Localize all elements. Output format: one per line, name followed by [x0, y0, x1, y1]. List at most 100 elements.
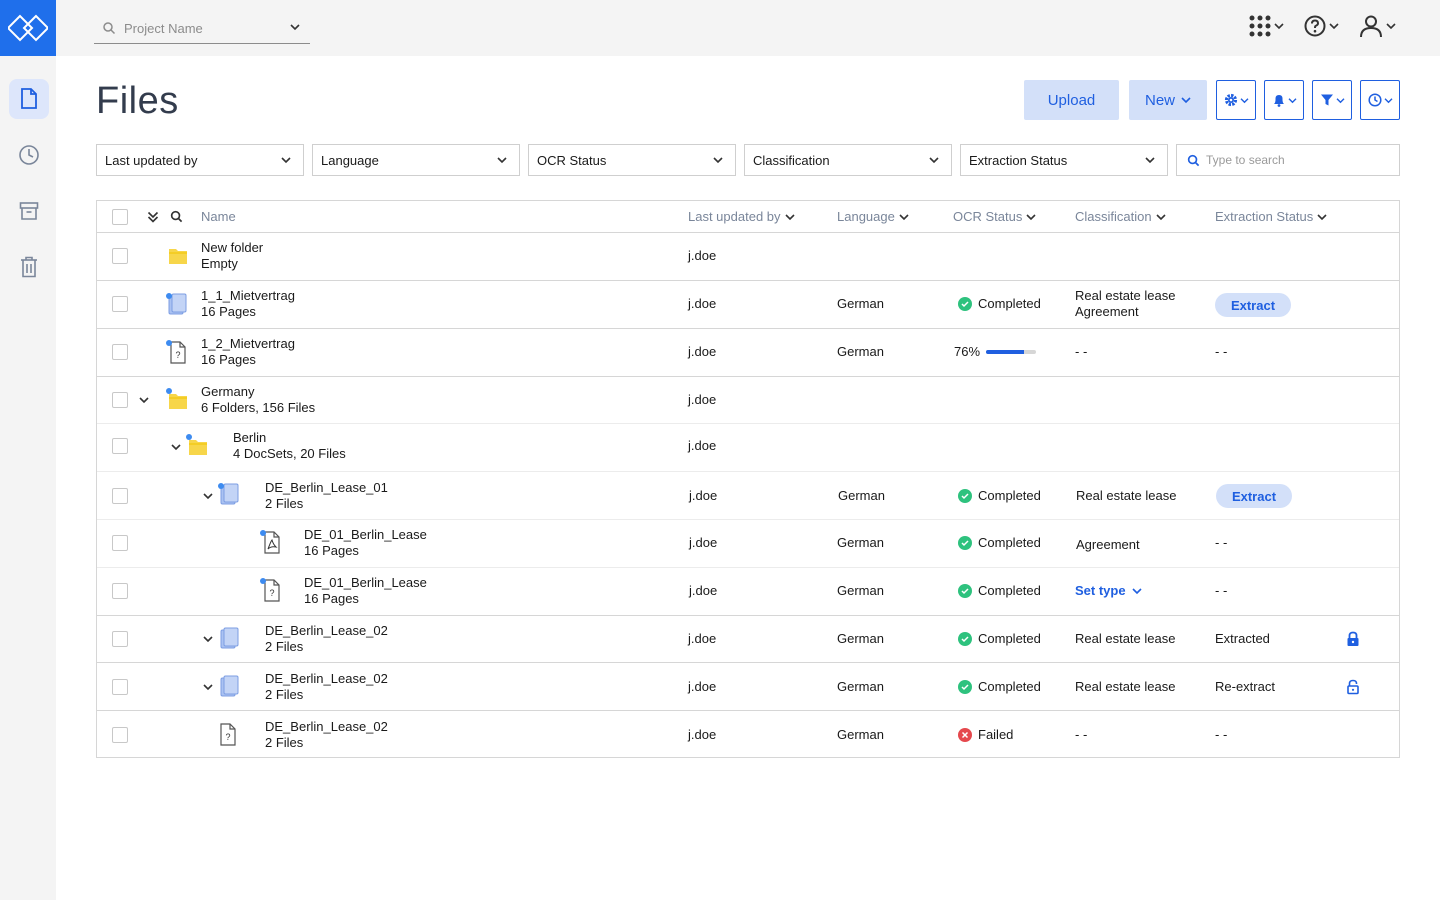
- row-checkbox[interactable]: [112, 679, 128, 695]
- row-name[interactable]: 1_2_Mietvertrag: [201, 336, 295, 352]
- column-classification[interactable]: Classification: [1075, 209, 1166, 224]
- row-name[interactable]: Berlin: [233, 430, 346, 446]
- chevron-down-icon[interactable]: [203, 492, 213, 500]
- row-checkbox[interactable]: [112, 296, 128, 312]
- row-checkbox[interactable]: [112, 392, 128, 408]
- row-subtitle: 6 Folders, 156 Files: [201, 400, 316, 415]
- column-name[interactable]: Name: [201, 209, 236, 224]
- row-checkbox[interactable]: [112, 583, 128, 599]
- row-checkbox[interactable]: [112, 727, 128, 743]
- filter-language[interactable]: Language: [312, 144, 520, 176]
- row-name[interactable]: DE_Berlin_Lease_02: [265, 623, 388, 639]
- row-checkbox[interactable]: [112, 344, 128, 360]
- page-title: Files: [96, 80, 179, 122]
- row-user: j.doe: [689, 583, 718, 598]
- row-name[interactable]: DE_Berlin_Lease_02: [265, 671, 388, 687]
- notifications-button[interactable]: [1264, 80, 1304, 120]
- table-row[interactable]: DE_Berlin_Lease_01 2 Files j.doe German C…: [97, 472, 1399, 520]
- row-name[interactable]: 1_1_Mietvertrag: [201, 288, 295, 304]
- table-row[interactable]: DE_01_Berlin_Lease 16 Pages j.doe German …: [97, 520, 1399, 568]
- ocr-status: Completed: [958, 296, 1041, 311]
- nav-archive[interactable]: [9, 191, 49, 231]
- chevron-down-icon[interactable]: [139, 396, 149, 404]
- lock-icon[interactable]: [1346, 631, 1360, 647]
- table-row[interactable]: ? DE_01_Berlin_Lease 16 Pages j.doe Germa…: [97, 568, 1399, 616]
- row-classification: Agreement: [1076, 537, 1140, 552]
- upload-button[interactable]: Upload: [1024, 80, 1119, 120]
- column-extraction-status[interactable]: Extraction Status: [1215, 209, 1327, 224]
- table-row[interactable]: 1_1_Mietvertrag 16 Pages j.doe German Com…: [97, 281, 1399, 329]
- row-user: j.doe: [688, 679, 717, 694]
- row-checkbox[interactable]: [112, 488, 128, 504]
- row-name[interactable]: New folder: [201, 240, 263, 256]
- table-search[interactable]: [1176, 144, 1400, 176]
- search-icon[interactable]: [170, 210, 183, 223]
- row-subtitle: 2 Files: [265, 687, 304, 702]
- chevron-down-icon: [1386, 23, 1396, 30]
- search-input[interactable]: [1206, 153, 1386, 167]
- row-checkbox[interactable]: [112, 438, 128, 454]
- row-checkbox[interactable]: [112, 535, 128, 551]
- chevron-down-icon[interactable]: [171, 443, 181, 451]
- top-bar: Project Name: [56, 0, 1440, 56]
- history-button[interactable]: [1360, 80, 1400, 120]
- nav-recent[interactable]: [9, 135, 49, 175]
- row-language: German: [837, 344, 884, 359]
- chevron-down-icon: [290, 24, 300, 31]
- nav-files[interactable]: [9, 79, 49, 119]
- row-checkbox[interactable]: [112, 248, 128, 264]
- project-selector[interactable]: Project Name: [94, 13, 310, 44]
- chevron-down-icon: [1132, 587, 1142, 594]
- table-row[interactable]: ? 1_2_Mietvertrag 16 Pages j.doe German 7…: [97, 329, 1399, 377]
- row-name[interactable]: Germany: [201, 384, 315, 400]
- extract-button[interactable]: Extract: [1216, 484, 1292, 508]
- chevron-down-icon: [929, 157, 939, 164]
- filter-icon: [1320, 94, 1333, 106]
- column-language[interactable]: Language: [837, 209, 909, 224]
- new-button[interactable]: New: [1129, 80, 1207, 120]
- collapse-all-icon[interactable]: [147, 211, 159, 223]
- row-classification-sub: Agreement: [1075, 304, 1139, 319]
- settings-button[interactable]: [1216, 80, 1256, 120]
- row-extraction: - -: [1215, 535, 1228, 550]
- extract-button[interactable]: Extract: [1215, 293, 1291, 317]
- filter-classification[interactable]: Classification: [744, 144, 952, 176]
- apps-menu[interactable]: [1249, 15, 1284, 37]
- filter-extraction-status[interactable]: Extraction Status: [960, 144, 1168, 176]
- app-logo[interactable]: [0, 0, 56, 56]
- unlock-icon[interactable]: [1346, 679, 1360, 695]
- filter-label: Language: [321, 152, 379, 168]
- ocr-status-label: Completed: [978, 488, 1041, 503]
- table-row[interactable]: Berlin 4 DocSets, 20 Files j.doe: [97, 424, 1399, 472]
- user-menu[interactable]: [1359, 14, 1396, 38]
- ocr-status: Completed: [958, 679, 1041, 694]
- filter-button[interactable]: [1312, 80, 1352, 120]
- row-name[interactable]: DE_Berlin_Lease_02: [265, 719, 388, 735]
- column-last-updated-by[interactable]: Last updated by: [688, 209, 795, 224]
- nav-trash[interactable]: [9, 247, 49, 287]
- trash-icon: [21, 256, 37, 278]
- chevron-down-icon[interactable]: [203, 635, 213, 643]
- set-type-dropdown[interactable]: Set type: [1075, 583, 1142, 598]
- table-row[interactable]: New folder Empty j.doe: [97, 233, 1399, 281]
- row-name[interactable]: DE_01_Berlin_Lease: [304, 575, 427, 591]
- unknown-file-icon: ?: [166, 340, 186, 364]
- row-user: j.doe: [688, 727, 717, 742]
- table-row[interactable]: DE_Berlin_Lease_02 2 Files j.doe German C…: [97, 616, 1399, 663]
- table-row[interactable]: Germany 6 Folders, 156 Files j.doe: [97, 377, 1399, 424]
- table-row[interactable]: ? DE_Berlin_Lease_02 2 Files j.doe German…: [97, 711, 1399, 758]
- docset-icon: [220, 675, 239, 697]
- row-checkbox[interactable]: [112, 631, 128, 647]
- help-menu[interactable]: [1304, 15, 1339, 37]
- select-all-checkbox[interactable]: [112, 209, 128, 225]
- clock-icon: [1367, 93, 1382, 107]
- table-row[interactable]: DE_Berlin_Lease_02 2 Files j.doe German C…: [97, 663, 1399, 711]
- column-ocr-status[interactable]: OCR Status: [953, 209, 1036, 224]
- filter-ocr-status[interactable]: OCR Status: [528, 144, 736, 176]
- row-name[interactable]: DE_Berlin_Lease_01: [265, 480, 388, 496]
- folder-icon: [186, 434, 207, 455]
- filter-last-updated-by[interactable]: Last updated by: [96, 144, 304, 176]
- row-name[interactable]: DE_01_Berlin_Lease: [304, 527, 427, 543]
- chevron-down-icon: [1145, 157, 1155, 164]
- chevron-down-icon[interactable]: [203, 683, 213, 691]
